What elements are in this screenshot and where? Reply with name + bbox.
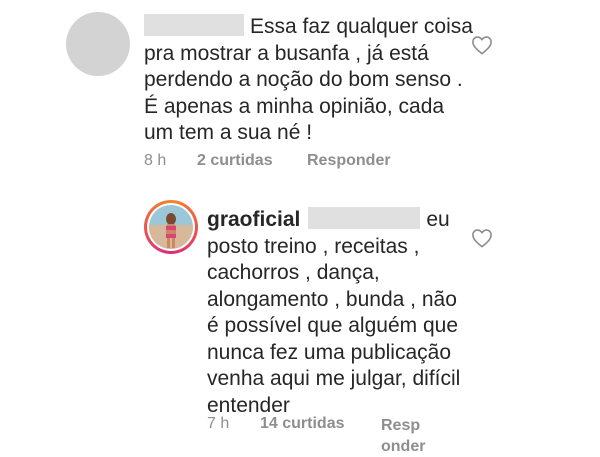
- reply-button-line-2: onder: [381, 438, 426, 455]
- reply-text: eu posto treino , receitas , cachorros ,…: [207, 208, 461, 417]
- reply-likes-count[interactable]: 14 curtidas: [260, 415, 344, 433]
- redacted-username: [144, 14, 244, 36]
- reply-button-line-1: Resp: [381, 417, 421, 434]
- heart-outline-icon[interactable]: [471, 35, 493, 55]
- comment-likes-count[interactable]: 2 curtidas: [197, 152, 273, 170]
- reply-username[interactable]: graoficial: [207, 208, 300, 231]
- comment-body: Essa faz qualquer coisa pra mostrar a bu…: [144, 14, 474, 147]
- heart-outline-icon[interactable]: [471, 228, 493, 248]
- reply-time: 7 h: [207, 415, 230, 432]
- reply-button[interactable]: Responder: [307, 152, 391, 170]
- profile-photo-image: [149, 205, 193, 249]
- reply-body: graoficial eu posto treino , receitas , c…: [207, 207, 467, 419]
- redacted-mention: [308, 207, 421, 229]
- profile-photo: [149, 205, 193, 249]
- reply-reply-button[interactable]: Resp onder: [381, 415, 425, 457]
- reply-author-avatar[interactable]: [144, 200, 198, 254]
- commenter-avatar[interactable]: [66, 12, 130, 76]
- comment-time: 8 h: [144, 152, 167, 169]
